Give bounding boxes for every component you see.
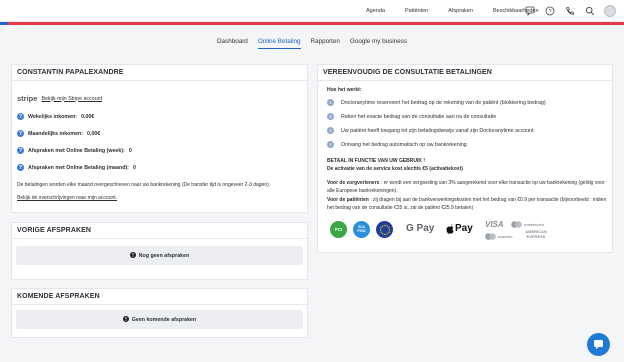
phone-icon[interactable] [564, 6, 575, 17]
stat-value: 0 [128, 147, 132, 154]
info-icon: ? [17, 164, 24, 171]
top-bar: Agenda Patiënten Afspraken Beschikbaarhe… [0, 0, 624, 22]
apple-pay-logo: Pay [446, 223, 473, 234]
section-tabs: Dashboard Online Betaling Rapporten Goog… [0, 38, 624, 49]
avatar[interactable] [604, 5, 616, 17]
apple-icon [446, 223, 454, 234]
accent-divider [0, 22, 624, 25]
step-item: 4 Ontvang het bedrag automatisch op uw ba… [327, 141, 467, 148]
account-panel: CONSTANTIN PAPALEXANDRE stripe Bekijk mi… [11, 64, 308, 213]
activation-cost: De activatie van de service kost slechts… [327, 166, 463, 172]
empty-state: Nog geen afspraken [16, 246, 303, 265]
chat-icon [594, 340, 603, 350]
step-text: Uw patiënt heeft toegang tot zijn betali… [341, 127, 534, 134]
step-text: Reken het exacte bedrag van de consultat… [341, 113, 497, 120]
info-panel: VEREENVOUDIG DE CONSULTATIE BETALINGEN H… [317, 64, 613, 253]
stat-label: Afspraken met Online Betaling (week): [28, 147, 125, 154]
stat-label: Wekelijks inkomen: [28, 113, 78, 120]
empty-message: Geen komende afspraken [131, 316, 197, 323]
badge-text: SCA PSD2 [357, 224, 366, 233]
stripe-logo: stripe [17, 94, 38, 103]
eu-flag-badge: EU [376, 221, 393, 238]
info-icon: ? [17, 113, 24, 120]
svg-text:?: ? [548, 9, 551, 15]
stat-value: 0 [132, 164, 136, 171]
stat-label: Afspraken met Online Betaling (maand): [28, 164, 129, 171]
fee-text: : zij dragen bij aan de bankverwerkingsk… [327, 197, 607, 211]
transfer-note: De betalingen worden elke maand overgesc… [17, 182, 271, 188]
visa-logo: VISA [485, 220, 504, 229]
fee-label: Voor de patiënten [327, 197, 369, 203]
apay-text: Pay [455, 223, 473, 234]
amex-logo: AMERICAN EXPRESS [521, 229, 551, 239]
search-icon[interactable] [584, 6, 595, 17]
step-text: Ontvang het bedrag automatisch op uw ban… [341, 141, 467, 148]
account-name: CONSTANTIN PAPALEXANDRE [12, 65, 307, 81]
chat-bubble-icon[interactable] [524, 6, 535, 17]
step-number: 2 [327, 113, 334, 120]
transfers-link[interactable]: Bekijk de overschrijvingen naar mijn acc… [17, 194, 117, 202]
tab-online-payment[interactable]: Online Betaling [257, 38, 301, 49]
stat-month-appointments: ? Afspraken met Online Betaling (maand):… [17, 164, 136, 171]
mastercard-logo: mastercard [511, 221, 544, 228]
info-icon: ? [17, 130, 24, 137]
fee-label: Voor de zorgverleners [327, 180, 380, 186]
tab-google-my-business[interactable]: Google my business [350, 38, 407, 49]
tab-dashboard[interactable]: Dashboard [217, 38, 248, 49]
stat-value: 0,00€ [81, 113, 95, 120]
gpay-text: G Pay [406, 223, 435, 234]
step-number: 4 [327, 141, 334, 148]
nav-appointments[interactable]: Afspraken [448, 8, 473, 14]
nav-agenda[interactable]: Agenda [366, 8, 385, 14]
pricing-title: BETAAL IN FUNCTIE VAN UW GEBRUIK ! [327, 158, 426, 164]
step-item: 3 Uw patiënt heeft toegang tot zijn betal… [327, 127, 534, 134]
stripe-row: stripe Bekijk mijn Stripe account [17, 94, 102, 103]
sca-psd2-badge: SCA PSD2 [353, 221, 370, 238]
pci-badge: PCI [330, 221, 347, 238]
how-it-works-title: Hoe het werkt: [327, 87, 362, 93]
exclamation-icon [129, 251, 136, 260]
fee-patients: Voor de patiënten : zij dragen bij aan d… [327, 196, 609, 212]
step-number: 1 [327, 99, 334, 106]
badge-text: PCI [334, 227, 343, 232]
step-item: 2 Reken het exacte bedrag van de consulta… [327, 113, 496, 120]
card-text: maestro [498, 234, 513, 239]
maestro-logo: maestro [485, 233, 512, 240]
card-text: AMERICAN EXPRESS [525, 229, 547, 239]
help-icon[interactable]: ? [544, 6, 555, 17]
card-text: VISA [485, 220, 504, 229]
stat-value: 0,00€ [87, 130, 101, 137]
card-text: mastercard [524, 222, 545, 227]
upcoming-appointments-panel: KOMENDE AFSPRAKEN Geen komende afspraken [11, 288, 308, 338]
fee-professionals: Voor de zorgverleners : er wordt een ver… [327, 179, 609, 195]
stat-monthly: ? Maandelijks inkomen: 0,00€ [17, 130, 100, 137]
previous-appointments-panel: VORIGE AFSPRAKEN Nog geen afspraken [11, 222, 308, 280]
step-item: 1 Doctoranytime reserveert het bedrag op … [327, 99, 546, 106]
step-text: Doctoranytime reserveert het bedrag op d… [341, 99, 546, 106]
stat-label: Maandelijks inkomen: [28, 130, 84, 137]
tab-reports[interactable]: Rapporten [311, 38, 340, 49]
empty-message: Nog geen afspraken [138, 252, 190, 259]
empty-state: Geen komende afspraken [16, 310, 303, 329]
exclamation-icon [122, 315, 129, 324]
info-icon: ? [17, 147, 24, 154]
chat-launcher-button[interactable] [587, 333, 610, 356]
info-title: VEREENVOUDIG DE CONSULTATIE BETALINGEN [318, 65, 612, 81]
stripe-account-link[interactable]: Bekijk mijn Stripe account [41, 96, 102, 102]
stat-week-appointments: ? Afspraken met Online Betaling (week): … [17, 147, 132, 154]
stat-weekly: ? Wekelijks inkomen: 0,00€ [17, 113, 94, 120]
upcoming-appointments-title: KOMENDE AFSPRAKEN [12, 289, 307, 305]
top-icons: ? [524, 0, 616, 22]
maestro-circles-icon [485, 233, 496, 240]
google-pay-logo: G Pay [406, 223, 434, 234]
step-number: 3 [327, 127, 334, 134]
mastercard-circles-icon [511, 221, 522, 228]
previous-appointments-title: VORIGE AFSPRAKEN [12, 223, 307, 239]
nav-patients[interactable]: Patiënten [405, 8, 428, 14]
